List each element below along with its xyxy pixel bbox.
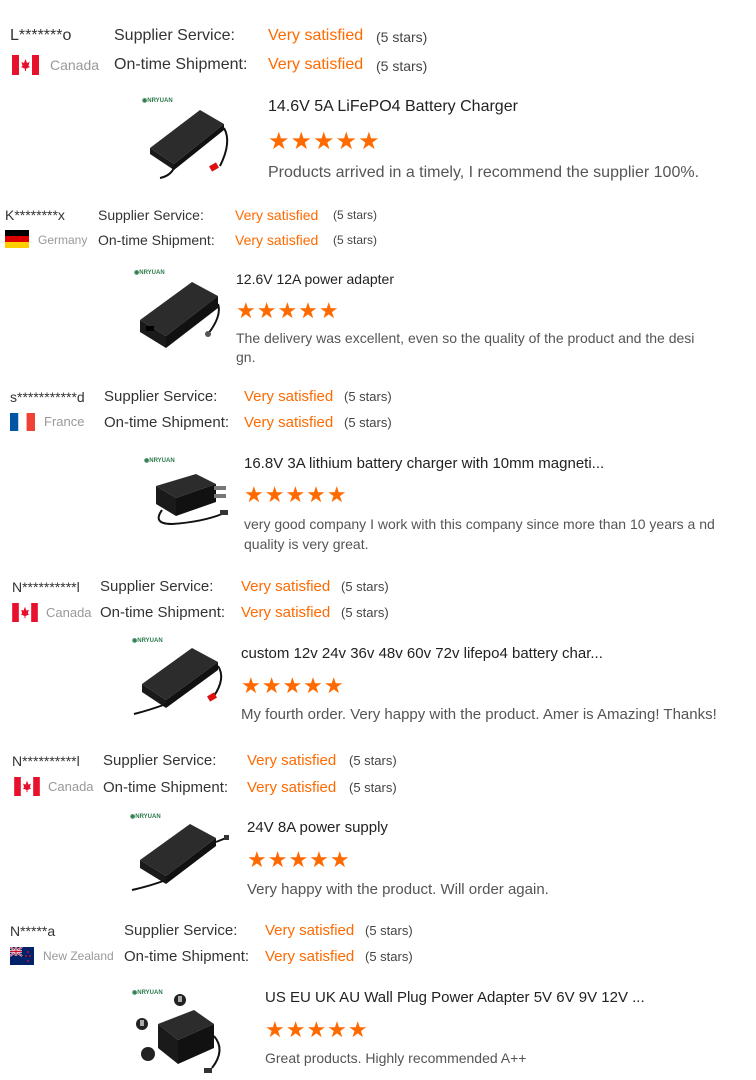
ontime-shipment-stars: (5 stars) [333, 233, 378, 247]
svg-text:◉NRYUAN: ◉NRYUAN [144, 458, 175, 464]
product-image[interactable]: ◉NRYUAN [142, 452, 238, 532]
france-flag-icon [10, 413, 35, 431]
supplier-service-stars: (5 stars) [341, 579, 389, 594]
reviewer-country: New Zealand [43, 949, 114, 963]
star-rating-icon: ★★★★★ [241, 673, 345, 698]
canada-flag-icon [14, 777, 40, 796]
product-title[interactable]: US EU UK AU Wall Plug Power Adapter 5V 6… [265, 989, 645, 1006]
star-rating-icon: ★★★★★ [247, 847, 351, 872]
product-title[interactable]: custom 12v 24v 36v 48v 60v 72v lifepo4 b… [241, 645, 603, 662]
ontime-shipment-stars: (5 stars) [349, 780, 397, 795]
ontime-shipment-label: On-time Shipment: [114, 56, 248, 73]
svg-text:◉NRYUAN: ◉NRYUAN [132, 990, 163, 996]
product-title[interactable]: 14.6V 5A LiFePO4 Battery Charger [268, 98, 518, 116]
product-image[interactable]: ◉NRYUAN [140, 92, 238, 184]
canada-flag-icon [12, 55, 39, 75]
svg-text:◉NRYUAN: ◉NRYUAN [132, 638, 163, 644]
star-rating-icon: ★★★★★ [265, 1017, 369, 1042]
review-comment: The delivery was excellent, even so the … [236, 330, 695, 365]
ontime-shipment-label: On-time Shipment: [100, 604, 226, 621]
product-image[interactable]: ◉NRYUAN [130, 632, 230, 718]
ontime-shipment-stars: (5 stars) [365, 949, 413, 964]
ontime-shipment-stars: (5 stars) [344, 415, 392, 430]
supplier-service-label: Supplier Service: [98, 207, 204, 223]
ontime-shipment-rating: Very satisfied [268, 56, 364, 73]
review-comment: Very happy with the product. Will order … [247, 881, 549, 898]
star-rating-icon: ★★★★★ [236, 298, 340, 323]
reviewer-name: L*******o [10, 27, 72, 44]
supplier-service-label: Supplier Service: [100, 578, 214, 595]
germany-flag-icon [5, 230, 29, 248]
supplier-service-label: Supplier Service: [103, 752, 217, 769]
product-image[interactable]: ◉NRYUAN [128, 984, 228, 1078]
supplier-service-stars: (5 stars) [344, 389, 392, 404]
ontime-shipment-label: On-time Shipment: [104, 414, 230, 431]
svg-text:◉NRYUAN: ◉NRYUAN [142, 98, 173, 104]
supplier-service-label: Supplier Service: [124, 922, 238, 939]
supplier-service-rating: Very satisfied [244, 388, 334, 405]
ontime-shipment-rating: Very satisfied [247, 779, 337, 796]
reviewer-name: K********x [5, 207, 65, 223]
supplier-service-label: Supplier Service: [104, 388, 218, 405]
review-comment: My fourth order. Very happy with the pro… [241, 706, 717, 723]
svg-text:◉NRYUAN: ◉NRYUAN [130, 814, 161, 820]
product-title[interactable]: 24V 8A power supply [247, 819, 388, 836]
supplier-service-stars: (5 stars) [333, 208, 378, 222]
reviewer-country: France [44, 414, 85, 429]
product-image[interactable]: ◉NRYUAN [132, 264, 230, 356]
ontime-shipment-label: On-time Shipment: [124, 948, 250, 965]
review-comment: Products arrived in a timely, I recommen… [268, 164, 700, 181]
ontime-shipment-stars: (5 stars) [341, 605, 389, 620]
supplier-service-stars: (5 stars) [365, 923, 413, 938]
supplier-service-stars: (5 stars) [376, 29, 428, 45]
ontime-shipment-rating: Very satisfied [265, 948, 355, 965]
product-title[interactable]: 16.8V 3A lithium battery charger with 10… [244, 455, 604, 472]
supplier-service-rating: Very satisfied [265, 922, 355, 939]
supplier-service-rating: Very satisfied [247, 752, 337, 769]
supplier-service-rating: Very satisfied [241, 578, 331, 595]
supplier-service-rating: Very satisfied [268, 27, 364, 44]
ontime-shipment-label: On-time Shipment: [98, 232, 215, 248]
star-rating-icon: ★★★★★ [244, 482, 348, 507]
supplier-service-rating: Very satisfied [235, 207, 319, 223]
reviewer-name: N*****a [10, 923, 56, 939]
star-rating-icon: ★★★★★ [268, 128, 381, 155]
ontime-shipment-rating: Very satisfied [235, 232, 319, 248]
reviewer-country: Canada [50, 57, 100, 73]
review-comment: Great products. Highly recommended A++ [265, 1050, 527, 1066]
supplier-service-label: Supplier Service: [114, 27, 235, 44]
reviewer-country: Canada [48, 779, 94, 794]
supplier-service-stars: (5 stars) [349, 753, 397, 768]
svg-text:◉NRYUAN: ◉NRYUAN [134, 270, 165, 276]
product-title[interactable]: 12.6V 12A power adapter [236, 271, 394, 287]
ontime-shipment-rating: Very satisfied [244, 414, 334, 431]
ontime-shipment-label: On-time Shipment: [103, 779, 229, 796]
reviewer-name: s***********d [10, 389, 85, 405]
new-zealand-flag-icon [10, 947, 34, 965]
product-image[interactable]: ◉NRYUAN [128, 808, 230, 894]
ontime-shipment-stars: (5 stars) [376, 58, 428, 74]
reviewer-country: Germany [38, 233, 88, 247]
ontime-shipment-rating: Very satisfied [241, 604, 331, 621]
reviewer-name: N**********l [12, 753, 80, 769]
reviewer-country: Canada [46, 605, 92, 620]
canada-flag-icon [12, 603, 38, 622]
reviewer-name: N**********l [12, 579, 80, 595]
review-comment: very good company I work with this compa… [244, 516, 715, 552]
